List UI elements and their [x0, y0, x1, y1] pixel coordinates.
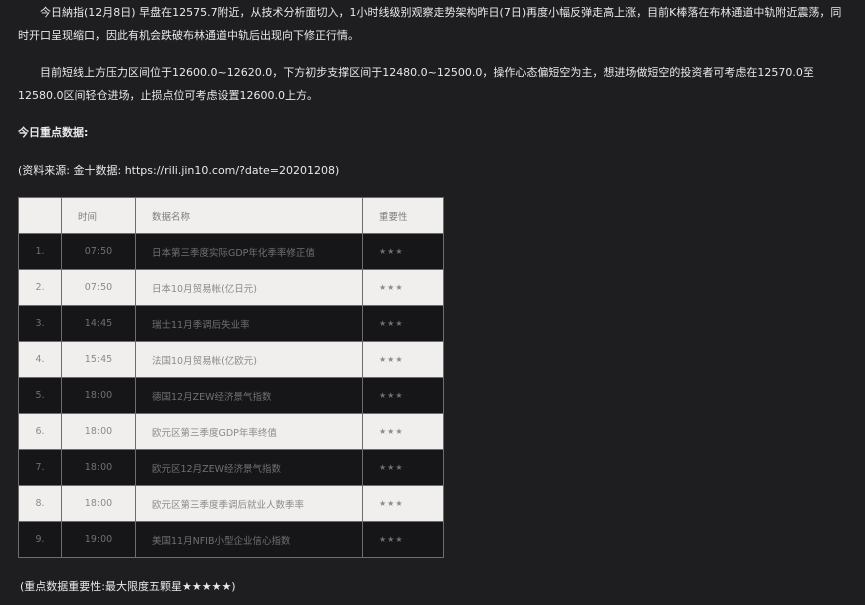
row-number: 8. [18, 485, 62, 522]
row-importance: ★★★ [362, 485, 444, 522]
header-data-name: 数据名称 [135, 197, 363, 234]
source-suffix: ) [334, 164, 340, 177]
header-number [18, 197, 62, 234]
row-time: 14:45 [61, 305, 136, 342]
row-time: 19:00 [61, 521, 136, 558]
key-data-heading: 今日重点数据: [18, 126, 89, 139]
row-importance: ★★★ [362, 449, 444, 486]
row-data-name: 瑞士11月季调后失业率 [135, 305, 363, 342]
row-data-name: 日本第三季度实际GDP年化季率修正值 [135, 233, 363, 270]
table-row: 2. 07:50 日本10月贸易帐(亿日元) ★★★ [18, 269, 444, 306]
table-row: 4. 15:45 法国10月贸易帐(亿欧元) ★★★ [18, 341, 444, 378]
row-data-name: 欧元区第三季度GDP年率终值 [135, 413, 363, 450]
row-number: 6. [18, 413, 62, 450]
row-time: 07:50 [61, 269, 136, 306]
row-number: 2. [18, 269, 62, 306]
table-row: 1. 07:50 日本第三季度实际GDP年化季率修正值 ★★★ [18, 233, 444, 270]
table-header-row: 时间 数据名称 重要性 [18, 197, 444, 234]
table-row: 5. 18:00 德国12月ZEW经济景气指数 ★★★ [18, 377, 444, 414]
source-link[interactable]: https://rili.jin10.com/?date=20201208 [125, 164, 335, 177]
row-importance: ★★★ [362, 413, 444, 450]
row-importance: ★★★ [362, 269, 444, 306]
table-row: 8. 18:00 欧元区第三季度季调后就业人数季率 ★★★ [18, 485, 444, 522]
row-data-name: 美国11月NFIB小型企业信心指数 [135, 521, 363, 558]
row-number: 1. [18, 233, 62, 270]
row-data-name: 法国10月贸易帐(亿欧元) [135, 341, 363, 378]
row-time: 07:50 [61, 233, 136, 270]
row-number: 3. [18, 305, 62, 342]
row-importance: ★★★ [362, 233, 444, 270]
table-row: 3. 14:45 瑞士11月季调后失业率 ★★★ [18, 305, 444, 342]
row-data-name: 德国12月ZEW经济景气指数 [135, 377, 363, 414]
row-time: 15:45 [61, 341, 136, 378]
row-time: 18:00 [61, 377, 136, 414]
importance-footnote: (重点数据重要性:最大限度五颗星★★★★★) [20, 580, 236, 593]
row-number: 9. [18, 521, 62, 558]
header-time: 时间 [61, 197, 136, 234]
analysis-paragraph-2: 目前短线上方压力区间位于12600.0~12620.0，下方初步支撑区间于124… [18, 66, 814, 102]
row-data-name: 欧元区第三季度季调后就业人数季率 [135, 485, 363, 522]
table-row: 6. 18:00 欧元区第三季度GDP年率终值 ★★★ [18, 413, 444, 450]
row-data-name: 日本10月贸易帐(亿日元) [135, 269, 363, 306]
row-time: 18:00 [61, 485, 136, 522]
header-importance: 重要性 [362, 197, 444, 234]
table-row: 7. 18:00 欧元区12月ZEW经济景气指数 ★★★ [18, 449, 444, 486]
row-number: 5. [18, 377, 62, 414]
row-importance: ★★★ [362, 521, 444, 558]
row-number: 7. [18, 449, 62, 486]
row-data-name: 欧元区12月ZEW经济景气指数 [135, 449, 363, 486]
analysis-paragraph-1: 今日納指(12月8日) 早盘在12575.7附近，从技术分析面切入，1小时线级别… [18, 6, 842, 42]
row-importance: ★★★ [362, 341, 444, 378]
row-importance: ★★★ [362, 305, 444, 342]
data-source-line: (资料来源: 金十数据: https://rili.jin10.com/?dat… [18, 162, 339, 178]
table-row: 9. 19:00 美国11月NFIB小型企业信心指数 ★★★ [18, 521, 444, 558]
row-number: 4. [18, 341, 62, 378]
source-prefix: (资料来源: 金十数据: [18, 164, 125, 177]
economic-calendar-table: 时间 数据名称 重要性 1. 07:50 日本第三季度实际GDP年化季率修正值 … [18, 197, 444, 558]
row-importance: ★★★ [362, 377, 444, 414]
row-time: 18:00 [61, 413, 136, 450]
row-time: 18:00 [61, 449, 136, 486]
